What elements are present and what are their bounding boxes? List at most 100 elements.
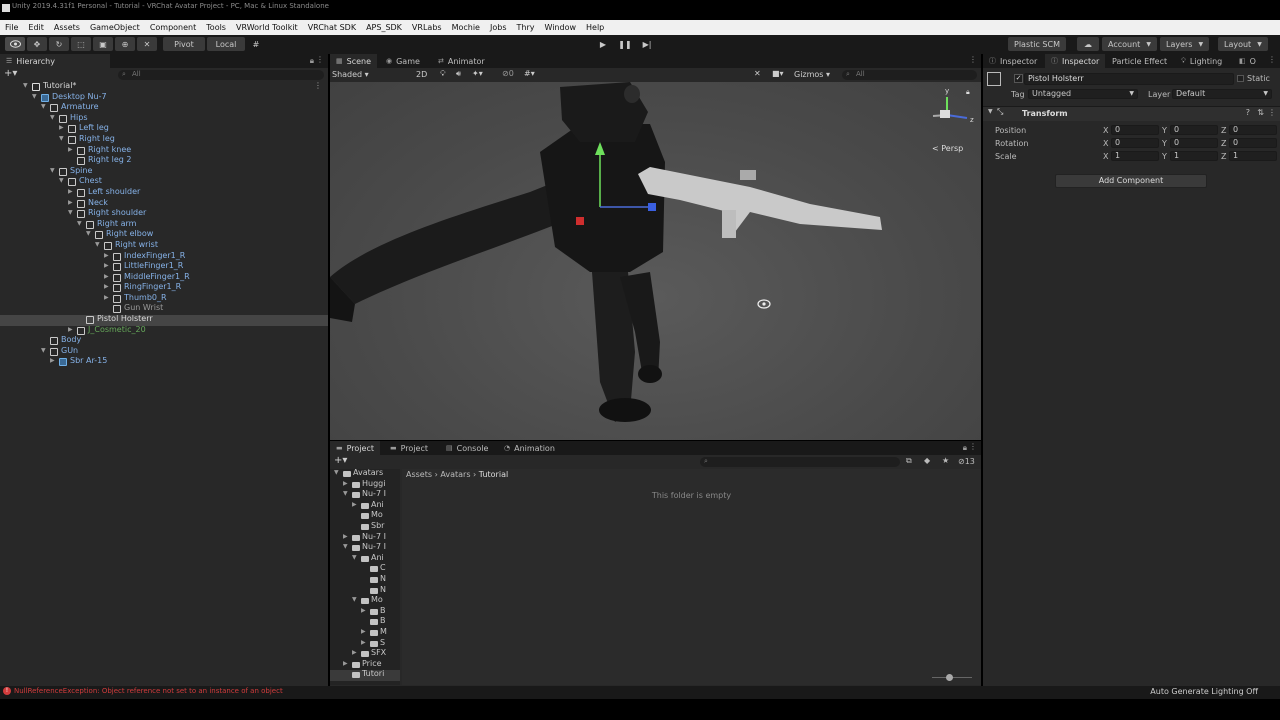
chevron-down-icon[interactable]: ▼ [343,543,348,550]
hierarchy-item[interactable]: ▼ Chest [0,176,328,188]
hierarchy-item[interactable]: ▶ Neck [0,198,328,210]
folder-item[interactable]: C [330,563,400,575]
hierarchy-item[interactable]: Right leg 2 [0,155,328,167]
chevron-down-icon[interactable]: ▼ [334,469,339,476]
tab-console[interactable]: ▤ Console [440,441,494,455]
breadcrumb-assets[interactable]: Assets [406,470,432,479]
hierarchy-item[interactable]: ▼ Tutorial* ⋮ [0,81,328,93]
hierarchy-item[interactable]: ▼ GUn [0,346,328,358]
custom-tool-button[interactable]: ✕ [137,37,157,51]
lighting-status[interactable]: Auto Generate Lighting Off [1150,687,1258,696]
lock-icon[interactable]: 🔒︎ [963,443,967,453]
chevron-down-icon[interactable]: ▼ [50,167,58,174]
account-dropdown[interactable]: Account ▼ [1102,37,1157,51]
chevron-right-icon[interactable]: ▶ [68,326,76,333]
tab-animator[interactable]: ⇄ Animator [432,54,491,68]
menu-item-aps-sdk[interactable]: APS_SDK [361,23,407,32]
toggle-2d-button[interactable]: 2D [416,70,427,79]
object-name-field[interactable]: Pistol Holsterr [1024,73,1234,85]
add-object-button[interactable]: +▾ [4,68,17,79]
hierarchy-item[interactable]: ▶ J_Cosmetic_20 [0,325,328,337]
scene-search-input[interactable]: ⌕ All [842,70,977,80]
view-tool-button[interactable] [5,37,25,51]
menu-item-tools[interactable]: Tools [201,23,231,32]
breadcrumb-tutorial[interactable]: Tutorial [479,470,508,479]
lock-icon[interactable]: 🔒︎ [310,56,314,66]
menu-item-vrlabs[interactable]: VRLabs [407,23,447,32]
layers-dropdown[interactable]: Layers ▼ [1160,37,1210,51]
folder-item[interactable]: ▼ Nu-7 I [330,489,400,501]
pivot-toggle[interactable]: Pivot [163,37,205,51]
chevron-down-icon[interactable]: ▼ [59,135,67,142]
chevron-right-icon[interactable]: ▶ [343,480,348,487]
transform-position-z-field[interactable]: 0 [1229,125,1277,135]
chevron-right-icon[interactable]: ▶ [50,357,58,364]
cloud-button[interactable]: ☁ [1077,37,1099,51]
error-icon[interactable]: ! [3,687,11,695]
transform-rotation-y-field[interactable]: 0 [1170,138,1218,148]
chevron-right-icon[interactable]: ▶ [361,639,366,646]
gizmos-dropdown[interactable]: Gizmos ▾ [794,70,830,79]
transform-scale-y-field[interactable]: 1 [1170,151,1218,161]
chevron-right-icon[interactable]: ▶ [104,273,112,280]
menu-item-mochie[interactable]: Mochie [447,23,485,32]
menu-item-thry[interactable]: Thry [511,23,539,32]
chevron-down-icon[interactable]: ▼ [23,82,31,89]
tab-overflow[interactable]: ◧ O [1233,54,1262,68]
audio-toggle-icon[interactable]: 🔊︎ [456,69,461,79]
transform-scale-z-field[interactable]: 1 [1229,151,1277,161]
help-icon[interactable]: ? [1246,108,1250,117]
chevron-down-icon[interactable]: ▼ [988,108,993,115]
tab-project-2[interactable]: ▬ Project [384,441,434,455]
chevron-down-icon[interactable]: ▼ [352,596,357,603]
tab-lighting[interactable]: 💡︎ Lighting [1175,54,1228,68]
transform-position-x-field[interactable]: 0 [1111,125,1159,135]
create-asset-button[interactable]: +▾ [334,455,347,466]
active-checkbox[interactable]: ✓ [1014,74,1023,83]
folder-item[interactable]: ▼ Nu-7 I [330,542,400,554]
chevron-down-icon[interactable]: ▼ [41,103,49,110]
folder-item[interactable]: ▶ B [330,606,400,618]
chevron-right-icon[interactable]: ▶ [343,533,348,540]
menu-item-vrworld-toolkit[interactable]: VRWorld Toolkit [231,23,303,32]
hierarchy-item[interactable]: Pistol Holsterr [0,314,328,326]
tools-icon[interactable]: ✕ [754,69,761,78]
hierarchy-item[interactable]: ▼ Right elbow [0,229,328,241]
layout-dropdown[interactable]: Layout ▼ [1218,37,1268,51]
transform-tool-button[interactable]: ⊕ [115,37,135,51]
filter-by-type-icon[interactable]: ⧉ [906,456,912,466]
chevron-down-icon[interactable]: ▼ [41,347,49,354]
hierarchy-item[interactable]: ▼ Right leg [0,134,328,146]
chevron-down-icon[interactable]: ▼ [32,93,40,100]
breadcrumb-avatars[interactable]: Avatars [440,470,470,479]
hierarchy-search-input[interactable]: ⌕ All [118,70,324,80]
menu-item-gameobject[interactable]: GameObject [85,23,145,32]
filter-by-label-icon[interactable]: ◆ [924,456,930,465]
menu-item-jobs[interactable]: Jobs [485,23,512,32]
hierarchy-item[interactable]: ▶ Left shoulder [0,187,328,199]
rotate-tool-button[interactable]: ↻ [49,37,69,51]
axis-z-label[interactable]: Z [1221,139,1226,148]
folder-item[interactable]: Mo [330,510,400,522]
axis-y-label[interactable]: Y [1162,139,1167,148]
folder-item[interactable]: ▼ Ani [330,553,400,565]
chevron-down-icon[interactable]: ▼ [77,220,85,227]
chevron-right-icon[interactable]: ▶ [68,199,76,206]
axis-y-label[interactable]: Y [1162,152,1167,161]
tab-inspector-1[interactable]: ⓘ Inspector [983,54,1043,68]
menu-item-window[interactable]: Window [539,23,581,32]
hierarchy-item[interactable]: ▼ Hips [0,113,328,125]
transform-component-header[interactable]: ▼ ⤡ Transform ? ⇅ ⋮ [983,106,1280,121]
tab-inspector-2[interactable]: ⓘ Inspector [1045,54,1106,68]
folder-item[interactable]: N [330,574,400,586]
hierarchy-item[interactable]: ▼ Right shoulder [0,208,328,220]
chevron-down-icon[interactable]: ▼ [50,114,58,121]
hierarchy-item[interactable]: ▶ Thumb0_R [0,293,328,305]
tab-hierarchy[interactable]: ☰ Hierarchy [0,54,110,68]
folder-item[interactable]: B [330,616,400,628]
folder-item[interactable]: Tutori [330,669,400,681]
axis-x-label[interactable]: X [1103,139,1108,148]
hidden-objects-icon[interactable]: ⊘0 [502,69,514,78]
grid-snap-button[interactable]: # [248,37,264,51]
hierarchy-item[interactable]: ▼ Right arm [0,219,328,231]
